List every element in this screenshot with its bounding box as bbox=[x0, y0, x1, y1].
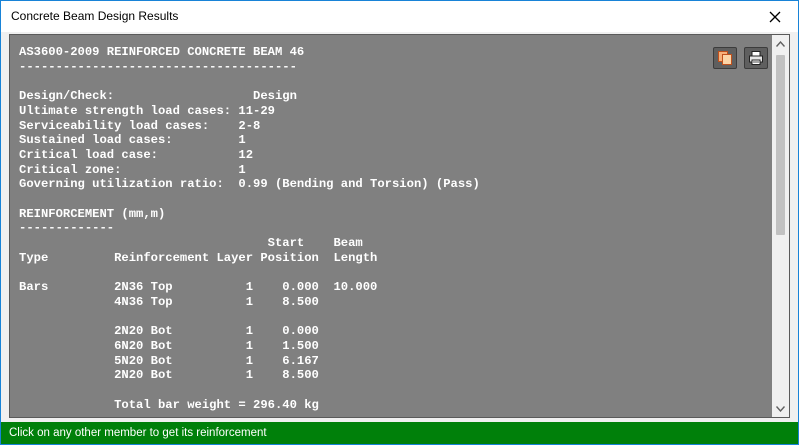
chevron-down-icon bbox=[776, 405, 785, 412]
copy-button[interactable] bbox=[713, 47, 737, 69]
scroll-down-button[interactable] bbox=[772, 400, 789, 417]
report-panel: AS3600-2009 REINFORCED CONCRETE BEAM 46 … bbox=[9, 34, 790, 418]
close-button[interactable] bbox=[752, 1, 798, 32]
copy-icon bbox=[718, 51, 732, 65]
close-icon bbox=[769, 11, 781, 22]
report-text: AS3600-2009 REINFORCED CONCRETE BEAM 46 … bbox=[19, 45, 480, 412]
status-text: Click on any other member to get its rei… bbox=[9, 427, 267, 439]
scroll-thumb[interactable] bbox=[776, 55, 785, 235]
title-bar[interactable]: Concrete Beam Design Results bbox=[1, 1, 798, 32]
print-button[interactable] bbox=[744, 47, 768, 69]
vertical-scrollbar[interactable] bbox=[772, 35, 789, 417]
scroll-up-button[interactable] bbox=[772, 35, 789, 52]
status-bar: Click on any other member to get its rei… bbox=[1, 422, 798, 444]
window-title: Concrete Beam Design Results bbox=[11, 9, 179, 23]
print-icon bbox=[749, 51, 763, 65]
chevron-up-icon bbox=[776, 40, 785, 47]
report-content[interactable]: AS3600-2009 REINFORCED CONCRETE BEAM 46 … bbox=[10, 35, 773, 417]
results-window: Concrete Beam Design Results AS3600-2009… bbox=[0, 0, 799, 445]
